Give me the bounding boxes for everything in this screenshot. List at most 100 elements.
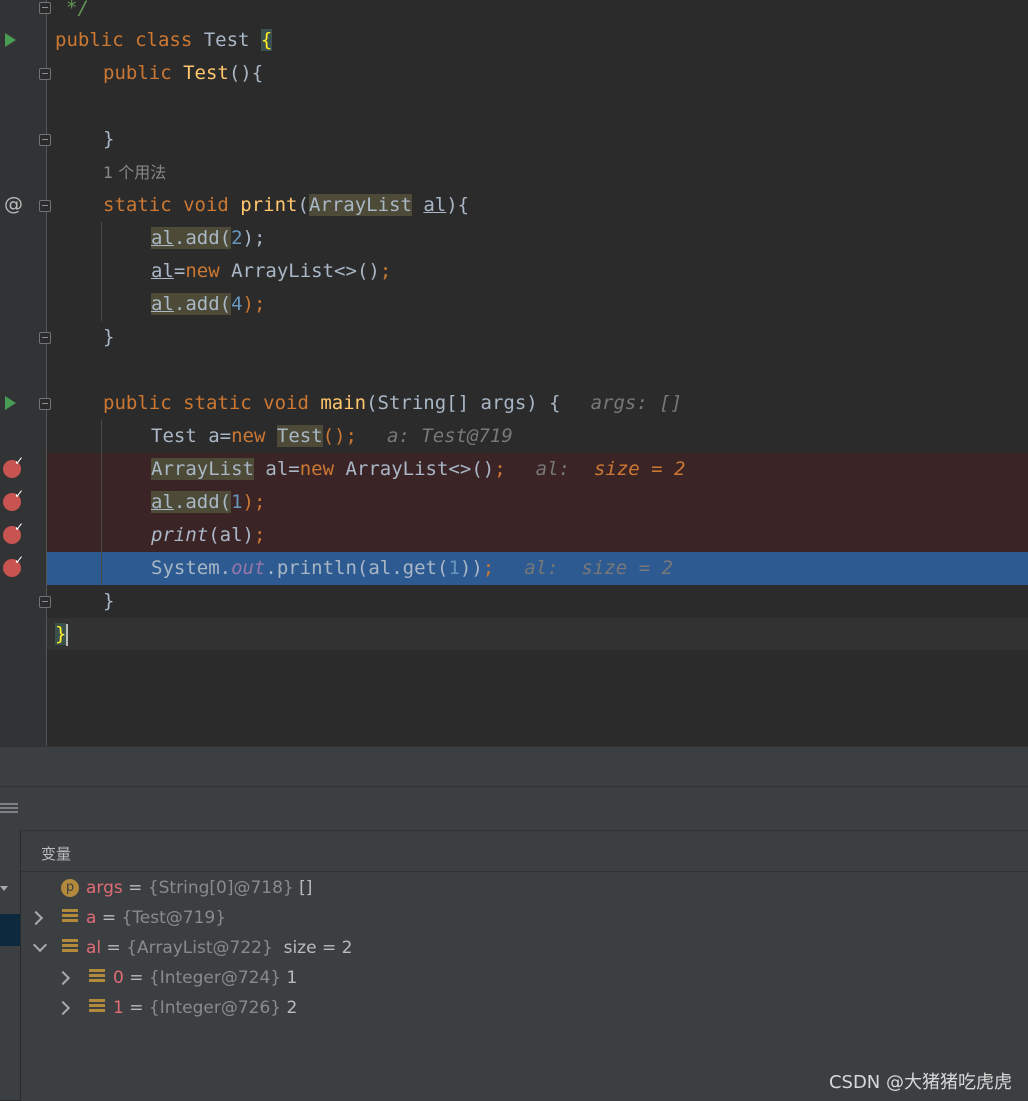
keyword: new (185, 260, 232, 282)
fold-icon[interactable] (39, 398, 51, 410)
variable-type: {ArrayList@722} (126, 938, 273, 958)
keyword: public class (55, 29, 204, 51)
selected-frame[interactable] (0, 914, 20, 946)
code-text: ); (242, 491, 266, 513)
variable-equals: = (123, 998, 149, 1018)
keyword: public (103, 62, 184, 84)
type-name: ArrayList (151, 458, 254, 480)
code-line: Test a=new Test(); a: Test@719 (151, 420, 513, 453)
frames-panel (0, 830, 21, 1100)
variable: al (151, 260, 174, 282)
variable-value: size = 2 (272, 938, 353, 958)
code-text: (){ (228, 62, 264, 84)
variable-name: 0 (113, 968, 124, 988)
parameter: al (423, 194, 447, 216)
function-call: print (151, 524, 209, 546)
inline-debug-value: al: size = 2 (524, 557, 673, 579)
variable-name: 1 (113, 998, 124, 1018)
code-line: al=new ArrayList<>(); (151, 255, 391, 288)
code-text: ( (297, 194, 309, 216)
type-name: ArrayList (308, 194, 412, 216)
breakpoint-icon[interactable] (3, 487, 24, 511)
debug-toolbar (0, 746, 1028, 787)
code-line: static void print(ArrayList al){ (103, 189, 469, 222)
variable-equals: = (101, 938, 127, 958)
inline-debug-value: a: Test@719 (386, 425, 513, 447)
field-icon (62, 939, 78, 955)
field-icon (89, 999, 105, 1015)
variable-row[interactable]: args = {String[0]@718} [] (86, 873, 312, 903)
function-name: main (320, 392, 367, 414)
code-text: ArrayList<>() (345, 458, 495, 480)
code-text: .add( (173, 227, 232, 249)
variable: al (151, 293, 174, 315)
code-line: print(al); (151, 519, 265, 552)
editor-gutter[interactable] (0, 0, 46, 746)
breakpoint-icon[interactable] (3, 553, 24, 577)
fold-icon[interactable] (39, 134, 51, 146)
code-text: ; (253, 524, 266, 546)
keyword: static void (103, 194, 241, 216)
code-line: } (103, 590, 115, 612)
code-text: ; (482, 557, 495, 579)
fold-icon[interactable] (39, 200, 51, 212)
code-line: al.add(1); (151, 486, 265, 519)
inline-debug-value: size = 2 (593, 458, 686, 480)
code-line: } (103, 128, 115, 150)
dropdown-icon[interactable] (0, 886, 8, 891)
variable-row[interactable]: a = {Test@719} (86, 903, 226, 933)
run-icon[interactable] (5, 33, 16, 47)
brace: } (55, 623, 67, 645)
code-text: (); (322, 425, 357, 447)
parameter-icon: p (61, 879, 79, 897)
code-text: (String[] args) { (366, 392, 561, 414)
fold-icon[interactable] (39, 596, 51, 608)
variable-value: [] (293, 878, 313, 898)
inline-debug-label: al: (535, 458, 570, 480)
breakpoint-icon[interactable] (3, 520, 24, 544)
number-literal: 4 (231, 293, 243, 315)
layout-icon[interactable] (0, 801, 18, 815)
fold-icon[interactable] (39, 2, 51, 14)
number-literal: 1 (448, 557, 460, 579)
variable-name: al (86, 938, 102, 958)
code-text: .println(al.get( (265, 557, 449, 579)
code-editor[interactable]: @ */ public class Test { public Test(){ … (0, 0, 1028, 746)
number-literal: 1 (231, 491, 243, 513)
brace: { (260, 29, 273, 51)
code-line: */ (66, 0, 89, 19)
breakpoint-icon[interactable] (3, 454, 24, 478)
code-text: ){ (446, 194, 470, 216)
field-icon (89, 969, 105, 985)
code-line: System.out.println(al.get(1)); al: size =… (151, 552, 673, 585)
fold-icon[interactable] (39, 68, 51, 80)
code-text: ; (494, 458, 506, 480)
function-name: Test (183, 62, 229, 84)
function-name: print (240, 194, 298, 216)
variable-value: 2 (281, 998, 298, 1018)
variable-row[interactable]: al = {ArrayList@722} size = 2 (86, 933, 352, 963)
code-text: = (219, 425, 232, 447)
code-line: public class Test { (55, 24, 273, 57)
usage-hint[interactable]: 1 个用法 (103, 156, 166, 189)
keyword: new (231, 425, 277, 447)
variables-title: 变量 (41, 845, 72, 863)
run-icon[interactable] (5, 396, 16, 410)
fold-icon[interactable] (39, 332, 51, 344)
variable-row[interactable]: 1 = {Integer@726} 2 (113, 993, 297, 1023)
variable-equals: = (123, 968, 149, 988)
number-literal: 2 (231, 227, 243, 249)
code-line: } (103, 326, 115, 348)
indent-guide (101, 222, 102, 321)
code-text: )) (459, 557, 483, 579)
code-text: ; (379, 260, 392, 282)
variable-type: {String[0]@718} (147, 878, 294, 898)
override-icon[interactable]: @ (4, 193, 23, 215)
indent-guide (101, 420, 102, 585)
code-text: Test (151, 425, 209, 447)
variable-row[interactable]: 0 = {Integer@724} 1 (113, 963, 297, 993)
variable-type: {Integer@724} (148, 968, 282, 988)
code-text: ArrayList<>() (231, 260, 380, 282)
keyword: public static void (103, 392, 321, 414)
